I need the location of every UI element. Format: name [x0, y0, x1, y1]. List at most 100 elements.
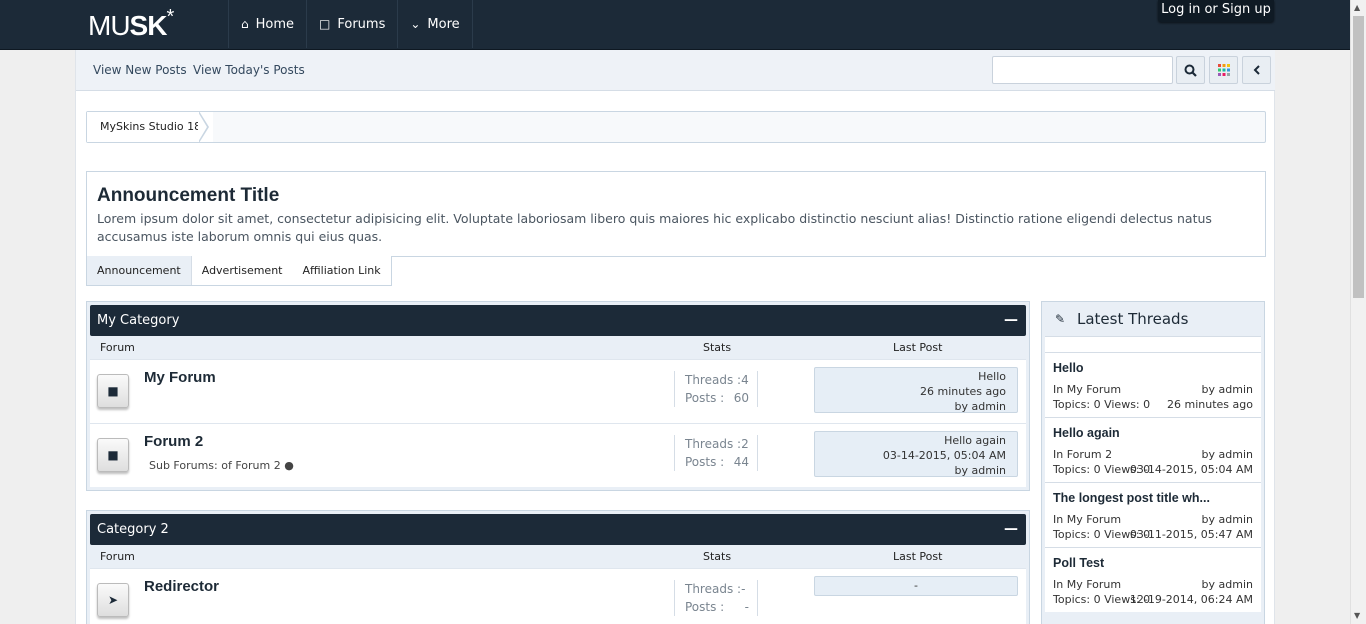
view-new-posts-link[interactable]: View New Posts: [93, 63, 187, 77]
thread-title[interactable]: Hello: [1053, 361, 1084, 375]
thread-item: The longest post title wh... In My Forum…: [1045, 482, 1261, 547]
view-todays-posts-link[interactable]: View Today's Posts: [193, 63, 305, 77]
forum-row[interactable]: ➤ Redirector Threads :- Posts :- -: [90, 568, 1026, 624]
forum-stats: Threads :- Posts : -: [674, 580, 758, 616]
forum-row[interactable]: ■ Forum 2 Sub Forums: of Forum 2 ● Threa…: [90, 423, 1026, 487]
breadcrumb-home[interactable]: MySkins Studio 18: [87, 112, 214, 142]
collapse-icon[interactable]: —: [1004, 305, 1018, 336]
scroll-down-icon[interactable]: ▼: [1354, 611, 1360, 620]
collapse-icon[interactable]: —: [1004, 514, 1018, 545]
color-grid-icon: [1217, 64, 1230, 76]
tab-affiliation-link[interactable]: Affiliation Link: [292, 256, 390, 285]
chevron-left-icon: [1253, 65, 1260, 75]
col-last-post: Last Post: [893, 550, 943, 563]
posts-count: -: [744, 600, 749, 614]
nav-forums[interactable]: □ Forums: [307, 0, 399, 48]
nav-more[interactable]: ⌄ More: [398, 0, 473, 48]
thread-item: Hello again In Forum 2 by admin Topics: …: [1045, 417, 1261, 482]
scroll-up-icon[interactable]: ▲: [1354, 3, 1360, 12]
page-scrollbar[interactable]: ▲ ▼: [1350, 0, 1366, 624]
thread-item: Hello In My Forum by admin Topics: 0 Vie…: [1045, 352, 1261, 417]
last-post-author[interactable]: by admin: [815, 399, 1006, 414]
thread-forum[interactable]: In Forum 2: [1053, 448, 1112, 461]
collapse-sidebar-button[interactable]: [1242, 56, 1271, 84]
color-picker-button[interactable]: [1209, 56, 1238, 84]
thread-author[interactable]: by admin: [1202, 513, 1253, 526]
posts-count: 60: [733, 391, 749, 405]
column-headers: Forum Stats Last Post: [90, 545, 1026, 568]
chevron-down-circle-icon[interactable]: ●: [284, 459, 294, 472]
thread-title[interactable]: Poll Test: [1053, 556, 1104, 570]
posts-label: Posts :: [685, 391, 725, 405]
forum-name[interactable]: Forum 2: [144, 433, 203, 450]
announcement-box: Announcement Title Lorem ipsum dolor sit…: [86, 171, 1266, 257]
tab-announcement[interactable]: Announcement: [87, 256, 192, 285]
announcement-tabs: Announcement Advertisement Affiliation L…: [86, 256, 392, 286]
nav-home[interactable]: ⌂ Home: [229, 0, 308, 48]
column-headers: Forum Stats Last Post: [90, 336, 1026, 359]
threads-label: Threads :: [685, 373, 742, 387]
nav-more-label: More: [427, 16, 460, 32]
nav-home-label: Home: [255, 16, 295, 32]
tab-advertisement[interactable]: Advertisement: [192, 256, 293, 285]
main-nav: ⌂ Home □ Forums ⌄ More: [228, 0, 473, 48]
announcement-title: Announcement Title: [97, 185, 280, 206]
folder-icon[interactable]: ■: [97, 374, 129, 408]
forum-name[interactable]: Redirector: [144, 578, 219, 595]
site-logo[interactable]: MUSK *: [88, 6, 174, 42]
category-header: Category 2 —: [90, 514, 1026, 545]
logo-text-bold: SK: [129, 10, 168, 41]
threads-label: Threads :: [685, 582, 742, 596]
logo-star: *: [166, 6, 174, 28]
thread-author[interactable]: by admin: [1202, 383, 1253, 396]
search-icon: [1184, 64, 1197, 77]
scroll-thumb[interactable]: [1353, 16, 1364, 298]
thread-date: 12-19-2014, 06:24 AM: [1129, 593, 1253, 606]
search-button[interactable]: [1176, 56, 1205, 84]
col-forum: Forum: [100, 550, 135, 563]
threads-count: 2: [741, 437, 749, 451]
forum-row[interactable]: ■ My Forum Threads :4 Posts : 60 Hello 26…: [90, 359, 1026, 423]
last-post-box: -: [814, 576, 1018, 596]
threads-count: -: [741, 582, 746, 596]
thread-author[interactable]: by admin: [1202, 448, 1253, 461]
nav-forums-label: Forums: [337, 16, 386, 32]
thread-author[interactable]: by admin: [1202, 578, 1253, 591]
thread-forum[interactable]: In My Forum: [1053, 513, 1121, 526]
panel-spacer: [1045, 336, 1261, 352]
logo-text-thin: MU: [88, 10, 131, 41]
last-post-time: 26 minutes ago: [920, 385, 1006, 398]
last-post-author[interactable]: by admin: [815, 463, 1006, 478]
thread-item: Poll Test In My Forum by admin Topics: 0…: [1045, 547, 1261, 612]
breadcrumb-separator-inner: [198, 112, 207, 142]
search-input[interactable]: [992, 56, 1173, 84]
document-icon: □: [319, 17, 331, 31]
thread-title[interactable]: Hello again: [1053, 426, 1120, 440]
threads-label: Threads :: [685, 437, 742, 451]
last-post-title[interactable]: Hello: [815, 369, 1006, 384]
subforums-link[interactable]: Sub Forums: of Forum 2 ●: [149, 459, 294, 472]
top-navbar: MUSK * ⌂ Home □ Forums ⌄ More Log in or S…: [0, 0, 1350, 50]
forum-name[interactable]: My Forum: [144, 369, 216, 386]
last-post-box: Hello 26 minutes ago by admin: [814, 367, 1018, 413]
login-signup-button[interactable]: Log in or Sign up: [1158, 0, 1274, 22]
category-2: Category 2 — Forum Stats Last Post ➤ Red…: [86, 510, 1030, 624]
last-post-box: Hello again 03-14-2015, 05:04 AM by admi…: [814, 431, 1018, 477]
breadcrumb: MySkins Studio 18: [86, 111, 1266, 143]
subforums-label: Sub Forums: of Forum 2: [149, 459, 281, 472]
last-post-time: 03-14-2015, 05:04 AM: [882, 449, 1006, 462]
thread-forum[interactable]: In My Forum: [1053, 578, 1121, 591]
page-container: View New Posts View Today's Posts MySkin…: [75, 50, 1275, 624]
forum-stats: Threads :4 Posts : 60: [674, 371, 758, 407]
paper-plane-icon[interactable]: ➤: [97, 583, 129, 617]
chevron-down-icon: ⌄: [410, 17, 421, 31]
col-forum: Forum: [100, 341, 135, 354]
category-my-category: My Category — Forum Stats Last Post ■ My…: [86, 301, 1030, 491]
comments-icon: ✎: [1055, 312, 1066, 326]
last-post-title[interactable]: Hello again: [815, 433, 1006, 448]
col-stats: Stats: [703, 341, 732, 354]
thread-title[interactable]: The longest post title wh...: [1053, 491, 1210, 505]
thread-forum[interactable]: In My Forum: [1053, 383, 1121, 396]
folder-icon[interactable]: ■: [97, 438, 129, 472]
category-title: Category 2: [97, 522, 169, 537]
